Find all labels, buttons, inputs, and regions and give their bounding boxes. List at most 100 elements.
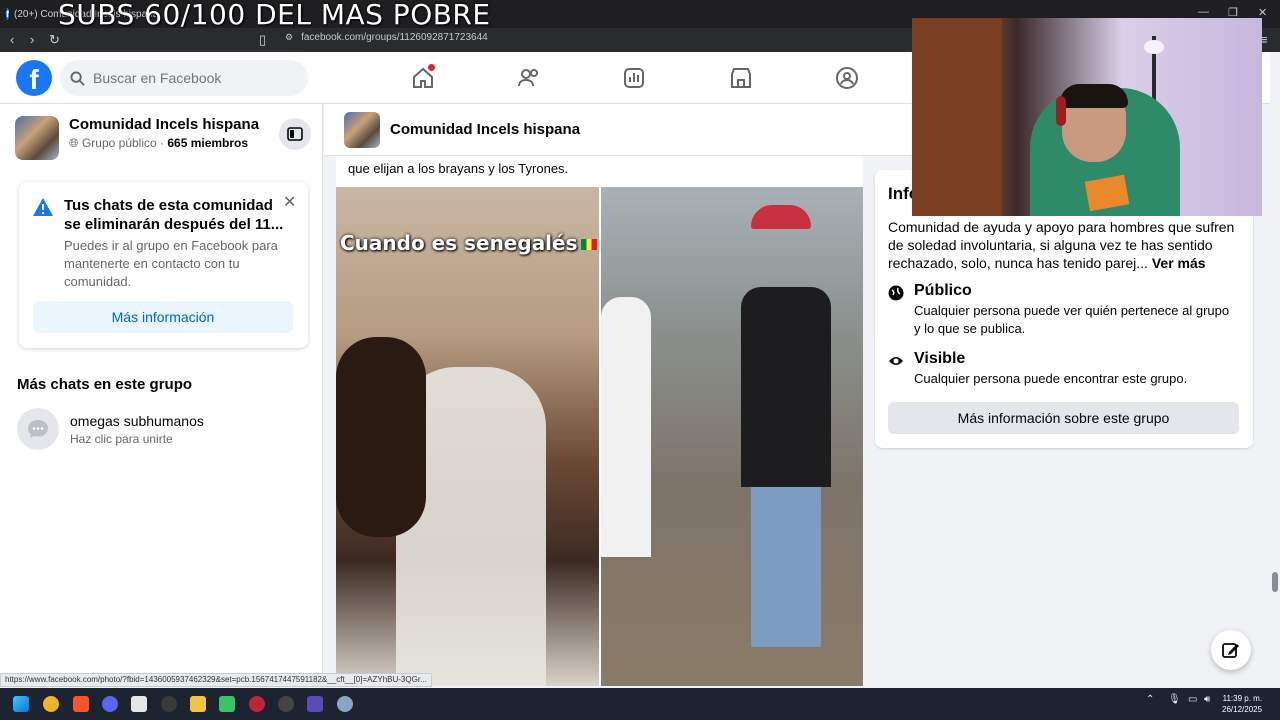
marketplace-icon — [731, 68, 751, 88]
friends-icon — [518, 69, 538, 87]
close-icon[interactable]: ✕ — [283, 192, 296, 212]
photo-figure — [741, 287, 831, 487]
link-preview-status: https://www.facebook.com/photo/?fbid=143… — [0, 673, 432, 687]
brave-browser-icon[interactable] — [73, 696, 89, 712]
toggle-sidebar-button[interactable] — [279, 118, 311, 150]
more-info-button[interactable]: Más información — [33, 301, 293, 333]
webcam-overlay — [912, 18, 1262, 216]
visible-row: Visible Cualquier persona puede encontra… — [888, 350, 1234, 388]
bookmark-icon[interactable]: ▯ — [259, 32, 266, 48]
globe-icon — [888, 285, 904, 301]
notification-dot — [428, 64, 435, 71]
settings-icon[interactable] — [337, 696, 353, 712]
dashboard-icon — [624, 68, 644, 88]
visible-description: Cualquier persona puede encontrar este g… — [914, 371, 1188, 386]
windows-start-icon[interactable] — [13, 696, 29, 712]
more-chats-heading: Más chats en este grupo — [17, 376, 193, 393]
photo-figure — [751, 205, 811, 229]
gamepad-icon[interactable] — [219, 696, 235, 712]
groups-icon — [836, 67, 858, 89]
facebook-favicon-icon: f — [6, 8, 9, 20]
chat-name: omegas subhumanos — [70, 412, 204, 429]
group-type: Grupo público · — [81, 136, 168, 150]
notice-title: Tus chats de esta comunidad se eliminará… — [64, 197, 284, 233]
site-settings-icon[interactable]: ⚙ — [285, 32, 293, 43]
opera-icon[interactable] — [249, 696, 265, 712]
scrollbar-thumb[interactable] — [1272, 572, 1278, 592]
senegal-flag-icon — [580, 239, 597, 250]
webcam-person-hair — [1060, 84, 1128, 108]
chat-bubble-icon — [17, 408, 59, 450]
clock-date: 26/12/2025 — [1222, 705, 1263, 714]
public-title: Público — [914, 282, 972, 299]
visible-title: Visible — [914, 350, 966, 367]
sidebar-toggle-icon — [287, 127, 303, 141]
obs-second-icon[interactable] — [278, 696, 294, 712]
new-message-button[interactable] — [1211, 630, 1251, 670]
facebook-logo[interactable]: f — [16, 60, 52, 96]
network-icon[interactable]: ▭ — [1188, 694, 1197, 705]
warning-icon — [33, 198, 53, 216]
search-box[interactable] — [60, 60, 308, 96]
reload-icon[interactable]: ↻ — [49, 32, 60, 48]
forward-icon[interactable]: › — [30, 32, 34, 47]
clock-time: 11:39 p. m. — [1222, 694, 1263, 703]
discord-icon[interactable] — [102, 696, 118, 712]
back-icon[interactable]: ‹ — [10, 32, 14, 47]
search-icon — [70, 70, 85, 86]
globe-icon: 🌐︎ — [69, 136, 79, 150]
post-photo-right[interactable] — [601, 187, 863, 686]
system-clock[interactable]: 11:39 p. m. 26/12/2025 — [1222, 693, 1262, 715]
nav-dashboard[interactable] — [606, 60, 662, 96]
stream-overlay-title: SUBS 60/100 DEL MAS POBRE — [58, 0, 491, 31]
tray-chevron-icon[interactable]: ⌃ — [1146, 694, 1154, 705]
store-icon[interactable] — [131, 696, 147, 712]
group-thumbnail — [15, 116, 59, 160]
webcam-door — [912, 18, 1002, 216]
see-more-link[interactable]: Ver más — [1152, 255, 1206, 271]
url-text: facebook.com/groups/1126092871723644 — [301, 32, 488, 43]
nav-friends[interactable] — [501, 60, 557, 96]
minimize-icon[interactable]: — — [1198, 6, 1209, 18]
photo-caption-text: Cuando es senegalés — [340, 231, 578, 255]
file-explorer-icon[interactable] — [190, 696, 206, 712]
obs-icon[interactable] — [161, 696, 177, 712]
info-description: Comunidad de ayuda y apoyo para hombres … — [888, 218, 1248, 272]
chat-deletion-notice: Tus chats de esta comunidad se eliminará… — [19, 182, 308, 348]
eye-icon — [889, 357, 903, 365]
nav-marketplace[interactable] — [713, 60, 769, 96]
feed-group-header: Comunidad Incels hispana — [324, 104, 912, 156]
webcam-light — [1144, 40, 1164, 54]
photo-figure — [601, 297, 651, 557]
post-card: que elijan a los brayans y los Tyrones. … — [336, 156, 863, 686]
member-count: 665 miembros — [167, 136, 249, 150]
feed-group-title[interactable]: Comunidad Incels hispana — [390, 121, 580, 138]
app-icon[interactable] — [307, 696, 323, 712]
search-input[interactable] — [93, 70, 293, 86]
nav-groups[interactable] — [819, 60, 875, 96]
microphone-icon[interactable]: 🎙︎ — [1168, 694, 1181, 705]
photo-caption: Cuando es senegalés — [340, 231, 597, 255]
group-thumbnail-small[interactable] — [344, 112, 380, 148]
webcam-headset — [1056, 96, 1066, 126]
url-field[interactable]: ⚙ facebook.com/groups/1126092871723644 — [285, 32, 488, 43]
public-row: Público Cualquier persona puede ver quié… — [888, 282, 1234, 338]
nav-home[interactable] — [395, 60, 451, 96]
post-photo-left[interactable]: Cuando es senegalés — [336, 187, 599, 686]
group-summary[interactable]: Comunidad Incels hispana 🌐︎ Grupo públic… — [15, 116, 259, 160]
photo-figure — [336, 337, 426, 537]
community-chat-panel: Comunidad Incels hispana 🌐︎ Grupo públic… — [0, 104, 323, 684]
photo-figure — [751, 487, 821, 647]
post-text: que elijan a los brayans y los Tyrones. — [348, 161, 569, 176]
volume-icon[interactable]: 🔊︎ — [1204, 694, 1210, 705]
compose-icon — [1222, 643, 1239, 658]
coin-app-icon[interactable] — [43, 696, 59, 712]
notice-body: Puedes ir al grupo en Facebook para mant… — [64, 238, 278, 289]
group-name: Comunidad Incels hispana — [69, 116, 260, 133]
chat-join-hint: Haz clic para unirte — [70, 431, 173, 446]
page-scrollbar[interactable] — [1270, 52, 1280, 684]
chat-list-item[interactable]: omegas subhumanos Haz clic para unirte — [17, 408, 204, 450]
group-meta: 🌐︎ Grupo público · 665 miembros — [69, 136, 259, 151]
more-group-info-button[interactable]: Más información sobre este grupo — [888, 402, 1239, 434]
windows-taskbar: ⌃ 🎙︎ ▭ 🔊︎ 11:39 p. m. 26/12/2025 — [0, 688, 1280, 720]
